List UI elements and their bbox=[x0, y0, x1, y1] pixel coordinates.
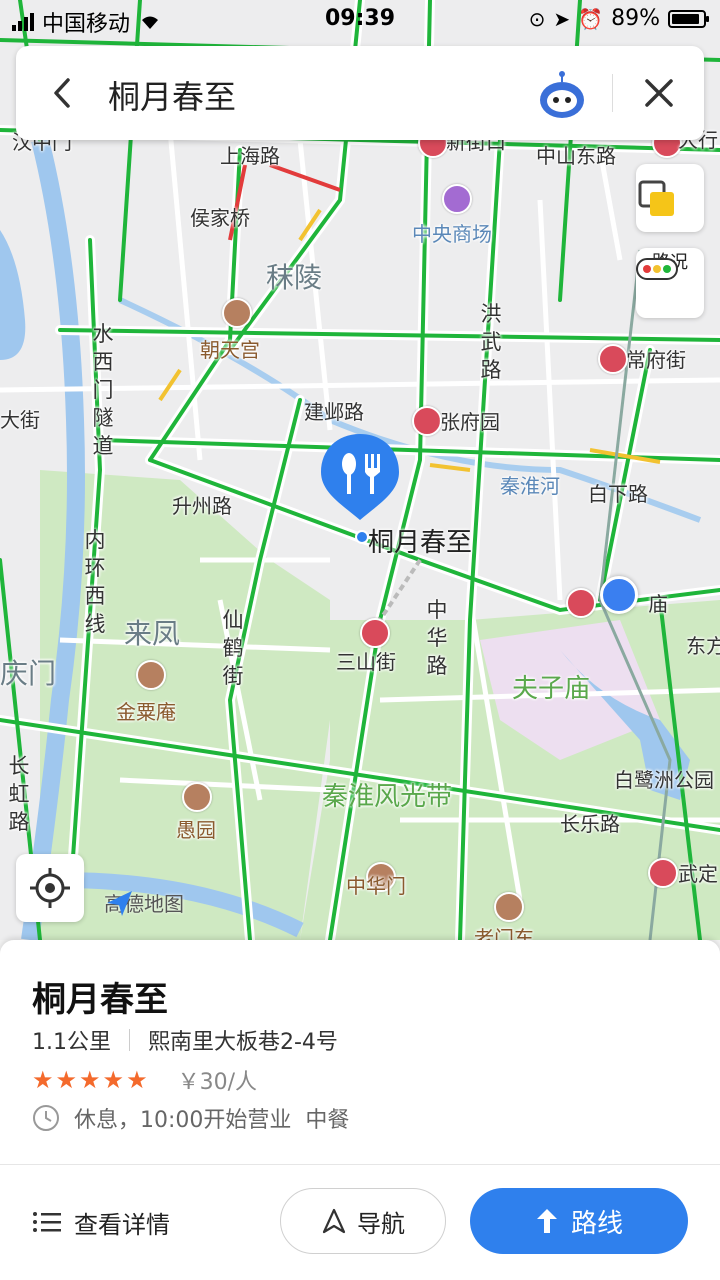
map-label: 中华路 bbox=[426, 598, 448, 678]
map-label: 庙 bbox=[648, 592, 668, 616]
map-label: 秦淮风光带 bbox=[322, 782, 453, 812]
assistant-button[interactable] bbox=[536, 68, 588, 120]
map-label: 常府街 bbox=[626, 348, 686, 372]
poi-marker[interactable] bbox=[648, 858, 678, 888]
traffic-button[interactable]: 路况 bbox=[636, 248, 704, 318]
map-label: 大街 bbox=[0, 408, 40, 432]
layers-icon bbox=[638, 180, 674, 216]
place-meta: 1.1公里 熙南里大板巷2-4号 bbox=[32, 1024, 338, 1056]
amap-logo-icon bbox=[107, 891, 132, 916]
map-label: 洪武路 bbox=[480, 302, 502, 382]
map-label: 庆门 bbox=[0, 657, 57, 690]
battery-icon bbox=[668, 9, 709, 28]
route-label: 路线 bbox=[570, 1208, 623, 1239]
map-label: 中山东路 bbox=[536, 144, 616, 168]
map-label: 水西门隧道 bbox=[92, 322, 114, 458]
poi-marker[interactable] bbox=[598, 344, 628, 374]
navigate-button[interactable]: 导航 bbox=[280, 1188, 446, 1254]
poi-marker[interactable] bbox=[442, 184, 472, 214]
restaurant-icon bbox=[321, 434, 399, 520]
map-view[interactable]: 汉中门 上海路 新街口 中山东路 大行 侯家桥 中央商场 秣陵 朝天宫 洪武路 … bbox=[0, 0, 720, 940]
poi-marker[interactable] bbox=[136, 660, 166, 690]
map-label: 夫子庙 bbox=[512, 674, 591, 704]
search-bar[interactable]: 桐月春至 bbox=[16, 46, 704, 140]
map-label: 老门东 bbox=[474, 926, 534, 940]
map-label: 建邺路 bbox=[304, 400, 364, 424]
poi-marker[interactable] bbox=[182, 782, 212, 812]
opening-hours: 休息，10:00开始营业 bbox=[74, 1108, 292, 1133]
navigate-label: 导航 bbox=[357, 1209, 405, 1238]
map-brand: 高德地图 bbox=[104, 888, 184, 917]
chevron-left-icon bbox=[54, 78, 70, 108]
battery-percent: 89% bbox=[611, 6, 660, 31]
meta-separator bbox=[129, 1029, 130, 1051]
map-label: 来凤 bbox=[124, 617, 181, 650]
poi-marker[interactable] bbox=[360, 618, 390, 648]
map-label: 愚园 bbox=[176, 818, 216, 842]
view-details-label: 查看详情 bbox=[74, 1210, 170, 1239]
list-icon bbox=[33, 1212, 61, 1232]
place-detail-panel[interactable]: 桐月春至 1.1公里 熙南里大板巷2-4号 ★★★★★ ￥30/人 休息，10:… bbox=[0, 940, 720, 1280]
assistant-robot-icon bbox=[540, 71, 584, 118]
locate-button[interactable] bbox=[16, 854, 84, 922]
address: 熙南里大板巷2-4号 bbox=[148, 1030, 338, 1055]
panel-divider bbox=[0, 1164, 720, 1165]
close-button[interactable] bbox=[634, 68, 684, 118]
poi-marker[interactable] bbox=[566, 588, 596, 618]
map-label: 内环西线 bbox=[84, 528, 106, 636]
map-label: 白下路 bbox=[588, 482, 648, 506]
current-location-dot bbox=[600, 576, 638, 614]
view-details-button[interactable]: 查看详情 bbox=[32, 1194, 170, 1250]
status-bar: 中国移动 09:39 ⊙ ➤ ⏰ 89% bbox=[0, 0, 720, 40]
traffic-light-icon bbox=[636, 258, 678, 280]
hours-line: 休息，10:00开始营业 中餐 bbox=[32, 1102, 349, 1134]
distance: 1.1公里 bbox=[32, 1030, 111, 1055]
location-arrow-icon: ➤ bbox=[553, 6, 571, 31]
price: ￥30/人 bbox=[177, 1070, 257, 1095]
pin-label: 桐月春至 bbox=[368, 528, 473, 558]
layers-button[interactable] bbox=[636, 164, 704, 232]
destination-pin[interactable] bbox=[319, 432, 401, 544]
pin-dot bbox=[355, 530, 369, 544]
map-label: 上海路 bbox=[220, 144, 280, 168]
map-label: 秦淮河 bbox=[500, 474, 560, 498]
crosshair-icon bbox=[30, 868, 70, 908]
map-label: 张府园 bbox=[440, 410, 500, 434]
map-label: 三山街 bbox=[336, 650, 396, 674]
map-label: 白鹭洲公园 bbox=[614, 768, 714, 792]
rotation-lock-icon: ⊙ bbox=[528, 6, 546, 31]
map-label: 长虹路 bbox=[8, 754, 30, 834]
search-divider bbox=[612, 74, 613, 112]
rating-line: ★★★★★ ￥30/人 bbox=[32, 1064, 257, 1096]
poi-marker[interactable] bbox=[494, 892, 524, 922]
poi-marker[interactable] bbox=[412, 406, 442, 436]
route-arrow-icon bbox=[536, 1209, 557, 1233]
alarm-icon: ⏰ bbox=[578, 6, 604, 31]
clock-icon bbox=[33, 1105, 59, 1131]
map-label: 金粟庵 bbox=[116, 700, 176, 724]
back-button[interactable] bbox=[38, 68, 88, 118]
map-label: 升州路 bbox=[172, 494, 232, 518]
map-label: 侯家桥 bbox=[190, 206, 250, 230]
route-button[interactable]: 路线 bbox=[470, 1188, 688, 1254]
map-label: 朝天宫 bbox=[200, 338, 260, 362]
navigation-arrow-icon bbox=[322, 1208, 346, 1234]
map-label: 东方 bbox=[686, 634, 720, 658]
map-label: 武定 bbox=[678, 862, 718, 886]
rating-stars: ★★★★★ bbox=[32, 1066, 150, 1094]
search-query[interactable]: 桐月春至 bbox=[108, 72, 236, 118]
map-label: 中华门 bbox=[346, 874, 406, 898]
poi-marker[interactable] bbox=[222, 298, 252, 328]
category: 中餐 bbox=[305, 1108, 350, 1133]
map-label: 仙鹤街 bbox=[222, 608, 244, 688]
map-label: 中央商场 bbox=[412, 222, 492, 246]
map-label: 秣陵 bbox=[266, 261, 323, 294]
place-name: 桐月春至 bbox=[32, 980, 168, 1020]
map-label: 长乐路 bbox=[560, 812, 620, 836]
battery-fill bbox=[672, 13, 699, 24]
close-icon bbox=[645, 79, 673, 107]
